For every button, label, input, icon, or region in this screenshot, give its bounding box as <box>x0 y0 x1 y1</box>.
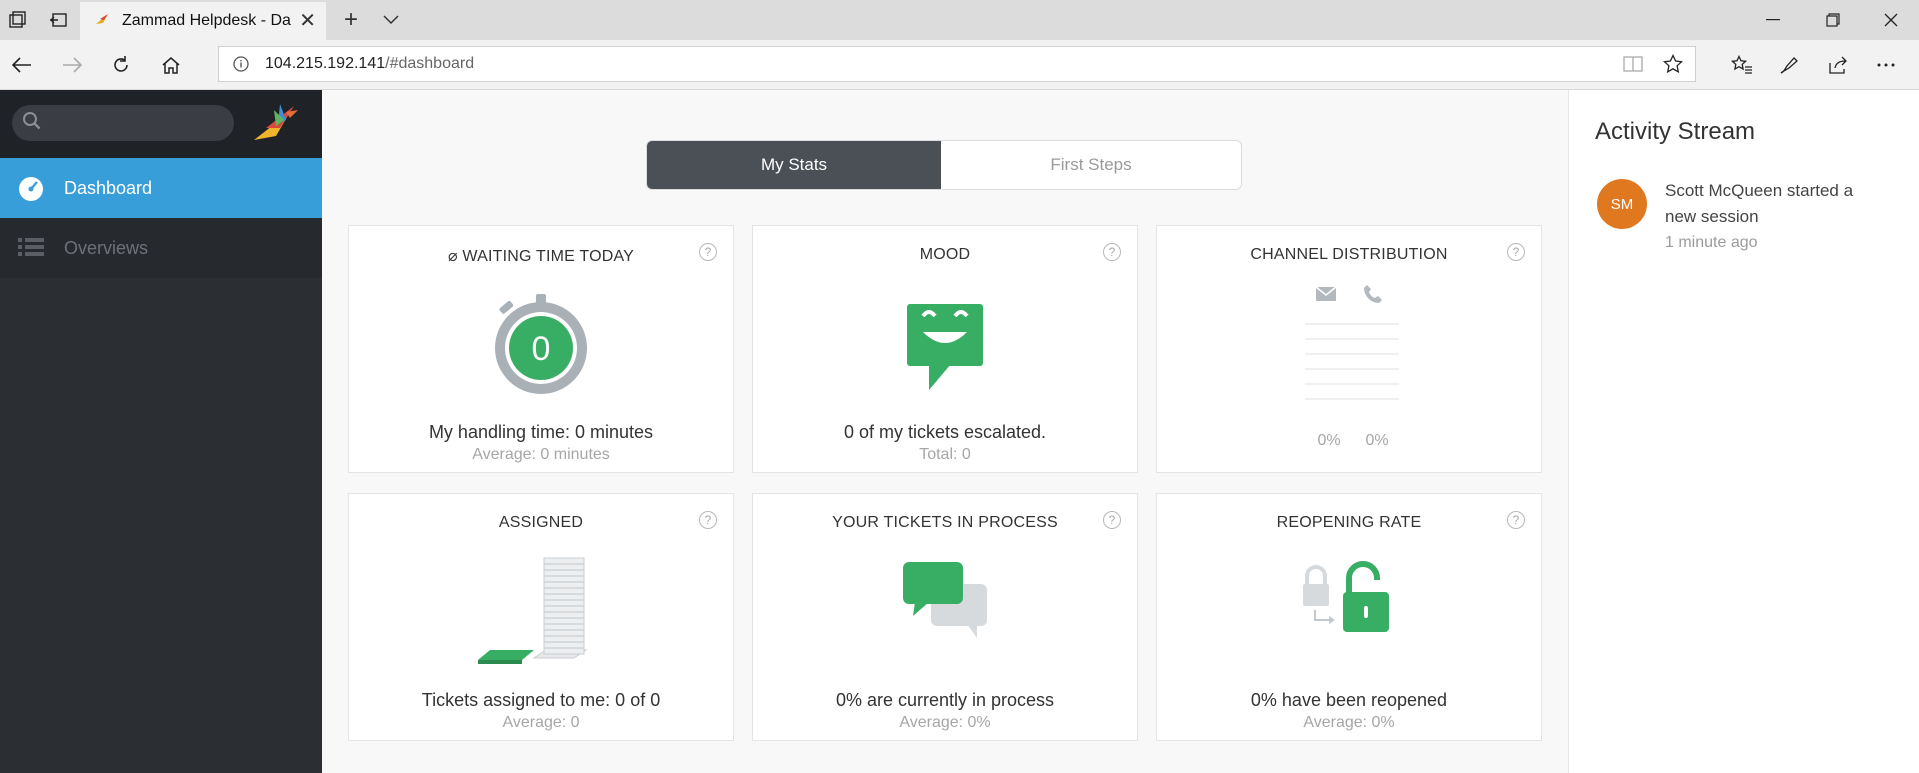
activity-item-text[interactable]: Scott McQueen started a new session <box>1665 178 1885 230</box>
set-aside-tabs-icon[interactable] <box>40 0 76 40</box>
phone-percent: 0% <box>1365 432 1389 449</box>
tab-my-stats[interactable]: My Stats <box>647 141 941 189</box>
chevron-down-icon[interactable] <box>376 0 406 40</box>
handling-time-text: My handling time: 0 minutes <box>428 422 654 442</box>
share-icon[interactable] <box>1818 48 1858 82</box>
zammad-logo-icon[interactable] <box>250 98 302 150</box>
sidebar-item-overviews[interactable]: Overviews <box>0 218 322 278</box>
back-arrow-icon[interactable] <box>4 48 40 82</box>
url-field[interactable]: 104.215.192.141/#dashboard <box>218 46 1696 82</box>
stopwatch-icon: 0 <box>349 286 733 406</box>
zammad-favicon-icon <box>94 11 110 32</box>
card-title: REOPENING RATE <box>1276 514 1422 531</box>
sidebar-item-dashboard[interactable]: Dashboard <box>0 158 322 218</box>
total-text: Total: 0 <box>919 446 971 463</box>
search-icon <box>22 111 42 136</box>
dashboard-icon <box>18 176 44 202</box>
average-text: Average: 0% <box>899 714 991 731</box>
info-icon[interactable] <box>231 54 251 74</box>
sidebar: Dashboard Overviews <box>0 90 322 773</box>
zammad-app: Dashboard Overviews My Stats First Steps… <box>0 90 1919 773</box>
in-process-text: 0% are currently in process <box>835 690 1055 710</box>
activity-stream-title: Activity Stream <box>1595 118 1756 145</box>
favorite-star-icon[interactable] <box>1653 47 1693 81</box>
activity-stream-panel: Activity Stream SM Scott McQueen started… <box>1568 90 1919 773</box>
tickets-in-process-card: YOUR TICKETS IN PROCESS ? 0% are current… <box>752 493 1138 741</box>
forward-arrow-icon[interactable] <box>54 48 90 82</box>
dashboard-tabs: My Stats First Steps <box>646 140 1242 190</box>
card-title: CHANNEL DISTRIBUTION <box>1250 246 1448 263</box>
web-note-pen-icon[interactable] <box>1770 48 1810 82</box>
tab-first-steps[interactable]: First Steps <box>941 141 1241 189</box>
stopwatch-value: 0 <box>532 330 551 368</box>
happy-face-speech-bubble-icon <box>753 286 1137 406</box>
card-title: MOOD <box>919 246 971 263</box>
help-icon[interactable]: ? <box>1507 243 1525 261</box>
card-title: ⌀ WAITING TIME TODAY <box>447 248 635 265</box>
tab-title: Zammad Helpdesk - Da <box>122 12 291 29</box>
channel-chart-grid <box>1305 322 1399 410</box>
sidebar-item-label: Overviews <box>64 237 149 258</box>
reopening-rate-card: REOPENING RATE ? 0% have been reopened A… <box>1156 493 1542 741</box>
assigned-text: Tickets assigned to me: 0 of 0 <box>421 690 661 710</box>
unlock-icon <box>1157 554 1541 674</box>
reading-view-icon[interactable] <box>1613 47 1653 81</box>
email-icon <box>1315 286 1337 307</box>
help-icon[interactable]: ? <box>1103 243 1121 261</box>
card-title: YOUR TICKETS IN PROCESS <box>832 514 1058 531</box>
average-text: Average: 0% <box>1303 714 1395 731</box>
new-tab-icon[interactable]: + <box>336 0 366 40</box>
browser-tab-bar: Zammad Helpdesk - Da ✕ + <box>0 0 1919 40</box>
url-path: /#dashboard <box>385 55 475 72</box>
reopened-text: 0% have been reopened <box>1250 690 1448 710</box>
refresh-icon[interactable] <box>103 48 139 82</box>
waiting-time-card: ⌀ WAITING TIME TODAY ? 0 My handling tim… <box>348 225 734 473</box>
close-tab-icon[interactable]: ✕ <box>299 11 316 31</box>
chat-bubbles-icon <box>753 554 1137 674</box>
list-icon <box>18 236 44 262</box>
channel-distribution-card: CHANNEL DISTRIBUTION ? 0% 0% <box>1156 225 1542 473</box>
search-input[interactable] <box>12 105 234 141</box>
email-percent: 0% <box>1317 432 1341 449</box>
ticket-stack-icon <box>349 554 733 674</box>
escalated-text: 0 of my tickets escalated. <box>843 422 1047 442</box>
help-icon[interactable]: ? <box>1103 511 1121 529</box>
average-text: Average: 0 <box>502 714 580 731</box>
assigned-card: ASSIGNED ? Tickets assigned to me: 0 of … <box>348 493 734 741</box>
restore-icon[interactable] <box>1805 0 1861 40</box>
avatar[interactable]: SM <box>1597 179 1647 229</box>
url-host: 104.215.192.141 <box>265 55 386 72</box>
dashboard-main: My Stats First Steps ⌀ WAITING TIME TODA… <box>322 90 1568 773</box>
favorites-hub-icon[interactable] <box>1722 48 1762 82</box>
close-window-icon[interactable] <box>1863 0 1919 40</box>
help-icon[interactable]: ? <box>699 511 717 529</box>
tab-overview-icon[interactable] <box>0 0 36 40</box>
activity-item-time: 1 minute ago <box>1665 234 1758 251</box>
help-icon[interactable]: ? <box>699 243 717 261</box>
phone-icon <box>1363 284 1383 309</box>
card-title: ASSIGNED <box>498 514 584 531</box>
average-text: Average: 0 minutes <box>472 446 610 463</box>
help-icon[interactable]: ? <box>1507 511 1525 529</box>
mood-card: MOOD ? 0 of my tickets escalated. Total:… <box>752 225 1138 473</box>
more-dots-icon[interactable] <box>1866 48 1906 82</box>
sidebar-item-label: Dashboard <box>64 177 153 198</box>
home-icon[interactable] <box>153 48 189 82</box>
minimize-icon[interactable] <box>1745 0 1801 40</box>
address-bar-row: 104.215.192.141/#dashboard <box>0 40 1919 90</box>
sidebar-header <box>0 90 322 158</box>
browser-tab-active[interactable]: Zammad Helpdesk - Da ✕ <box>80 2 326 40</box>
